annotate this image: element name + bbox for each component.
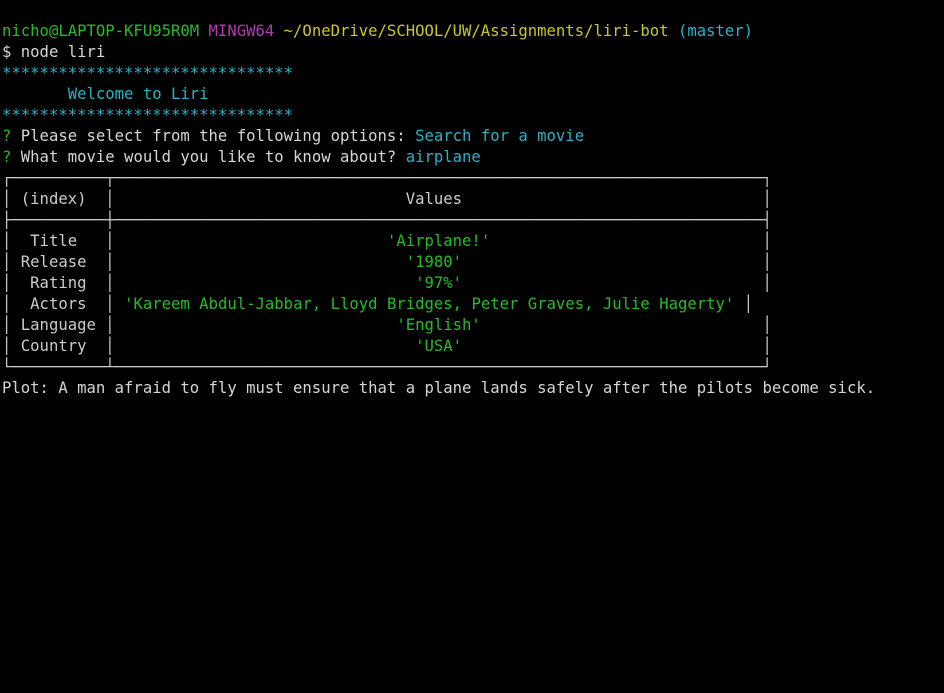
command-line: $ node liri [2, 42, 105, 63]
prompt-user: nicho@LAPTOP-KFU95R0M [2, 22, 200, 40]
table-row: │ Rating │ '97%' │ [2, 274, 772, 292]
table-header-row: │ (index) │ Values │ [2, 190, 772, 208]
question-text: What movie would you like to know about? [20, 148, 397, 166]
question-marker-icon: ? [2, 148, 12, 166]
table-row: │ Language │ 'English' │ [2, 316, 772, 334]
row-key: Language [20, 316, 96, 334]
banner-stars-bottom: ******************************* [2, 106, 294, 124]
welcome-text: Welcome to Liri [67, 85, 209, 103]
question-text: Please select from the following options… [20, 127, 406, 145]
prompt-branch: (master) [677, 22, 754, 40]
prompt-system: MINGW64 [208, 22, 275, 40]
table-header-values: Values [405, 190, 463, 208]
question-line-2: ? What movie would you like to know abou… [2, 147, 481, 168]
row-key: Actors [30, 295, 87, 313]
question-answer: airplane [405, 148, 481, 166]
table-row: │ Title │ 'Airplane!' │ [2, 232, 772, 250]
table-header-index: (index) [20, 190, 87, 208]
row-value: 'English' [396, 316, 481, 334]
command-text: node liri [20, 43, 106, 61]
row-value: 'USA' [415, 337, 463, 355]
prompt-line: nicho@LAPTOP-KFU95R0M MINGW64 ~/OneDrive… [2, 21, 753, 42]
question-marker-icon: ? [2, 127, 12, 145]
row-key: Country [20, 337, 87, 355]
plot-text: Plot: A man afraid to fly must ensure th… [2, 379, 876, 397]
row-value: '97%' [415, 274, 463, 292]
table-row: │ Release │ '1980' │ [2, 253, 772, 271]
question-answer: Search for a movie [415, 127, 585, 145]
row-key: Rating [30, 274, 87, 292]
question-line-1: ? Please select from the following optio… [2, 126, 584, 147]
prompt-path: ~/OneDrive/SCHOOL/UW/Assignments/liri-bo… [283, 22, 669, 40]
row-value: 'Kareem Abdul-Jabbar, Lloyd Bridges, Pet… [124, 295, 735, 313]
banner-welcome: Welcome to Liri [2, 84, 209, 105]
table-row: │ Country │ 'USA' │ [2, 337, 772, 355]
table-border-top: ┌──────────┬────────────────────────────… [2, 169, 772, 187]
row-key: Title [30, 232, 78, 250]
row-key: Release [20, 253, 87, 271]
row-value: 'Airplane!' [386, 232, 491, 250]
prompt-symbol: $ [2, 43, 12, 61]
table-border-mid: ├──────────┼────────────────────────────… [2, 211, 772, 229]
table-border-bottom: └──────────┴────────────────────────────… [2, 358, 772, 376]
table-row: │ Actors │ 'Kareem Abdul-Jabbar, Lloyd B… [2, 295, 754, 313]
row-value: '1980' [405, 253, 463, 271]
terminal-window[interactable]: nicho@LAPTOP-KFU95R0M MINGW64 ~/OneDrive… [0, 0, 944, 413]
banner-stars-top: ******************************* [2, 64, 294, 82]
